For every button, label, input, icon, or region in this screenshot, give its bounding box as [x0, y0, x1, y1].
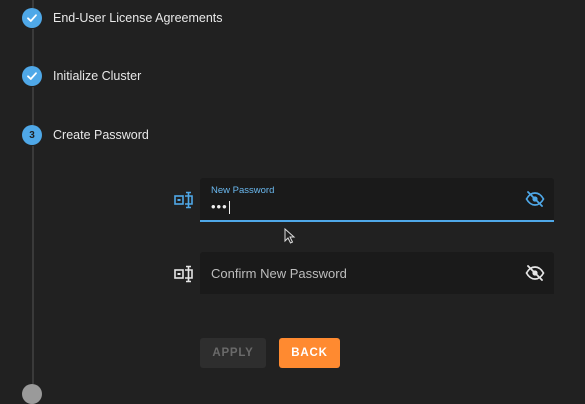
visibility-off-icon[interactable]	[525, 191, 545, 207]
step-next-indicator	[22, 384, 42, 404]
step-create-password[interactable]: 3 Create Password	[22, 125, 149, 145]
mouse-cursor-icon	[284, 227, 296, 244]
step-label: Create Password	[53, 128, 149, 142]
new-password-label: New Password	[211, 185, 275, 196]
password-field-icon	[174, 265, 194, 283]
new-password-field[interactable]: New Password •••	[200, 178, 554, 222]
confirm-password-field[interactable]: Confirm New Password	[200, 252, 554, 294]
apply-button[interactable]: APPLY	[200, 338, 266, 368]
step-number-badge: 3	[22, 125, 42, 145]
step-end-user-license-agreements[interactable]: End-User License Agreements	[22, 8, 223, 28]
back-button[interactable]: BACK	[279, 338, 340, 368]
stepper-line	[32, 29, 34, 66]
visibility-off-icon[interactable]	[525, 265, 545, 281]
step-label: Initialize Cluster	[53, 69, 142, 83]
step-initialize-cluster[interactable]: Initialize Cluster	[22, 66, 141, 86]
stepper-line	[32, 146, 34, 384]
step-label: End-User License Agreements	[53, 11, 223, 25]
stepper-line	[32, 0, 34, 8]
new-password-value: •••	[211, 199, 230, 215]
confirm-password-placeholder: Confirm New Password	[211, 266, 347, 281]
stepper-line	[32, 87, 34, 125]
check-icon	[22, 8, 42, 28]
password-field-icon	[174, 191, 194, 209]
check-icon	[22, 66, 42, 86]
text-caret	[228, 201, 230, 215]
